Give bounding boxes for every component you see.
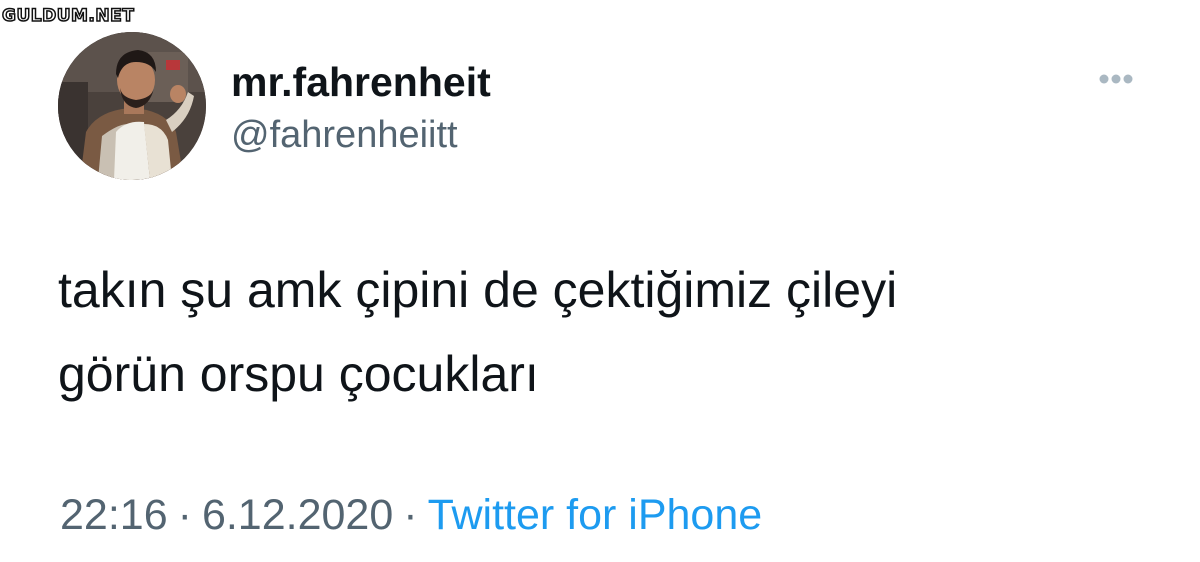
tweet-source-link[interactable]: Twitter for iPhone xyxy=(428,491,763,539)
tweet-time[interactable]: 22:16 xyxy=(60,491,168,539)
tweet-date[interactable]: 6.12.2020 xyxy=(202,491,393,539)
profile-photo xyxy=(58,32,206,180)
watermark-logo: GULDUM.NET xyxy=(1,5,135,27)
author-handle[interactable]: @fahrenheiitt xyxy=(231,112,458,158)
separator: · xyxy=(177,491,192,539)
tweet-metadata: 22:16 · 6.12.2020 · Twitter for iPhone xyxy=(60,488,762,542)
separator: · xyxy=(403,491,418,539)
tweet-text: takın şu amk çipini de çektiğimiz çileyi… xyxy=(58,262,898,402)
more-horizontal-icon[interactable] xyxy=(1092,67,1140,91)
author-display-name[interactable]: mr.fahrenheit xyxy=(231,58,491,106)
avatar[interactable] xyxy=(58,32,206,180)
